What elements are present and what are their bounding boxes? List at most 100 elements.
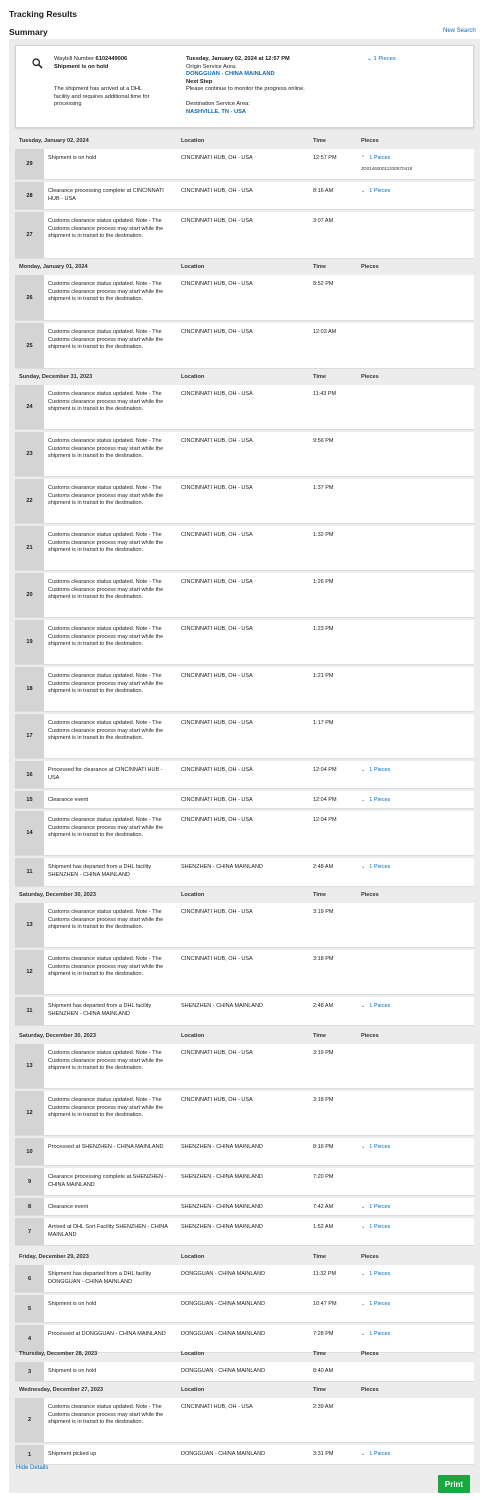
event-description: Customs clearance status updated. Note -… — [48, 218, 164, 240]
pieces-toggle[interactable]: ⌄ 1 Pieces — [361, 1271, 390, 1277]
event-description: Shipment has departed from a DHL facilit… — [48, 864, 152, 878]
event-time: 12:04 PM — [313, 817, 337, 823]
pieces-label: 1 Pieces — [369, 1271, 391, 1277]
event-time: 1:32 PM — [313, 532, 334, 538]
event-row: 5 Shipment is on hold DONGGUAN - CHINA MAI… — [15, 1295, 474, 1323]
event-time: 2:39 AM — [313, 1404, 334, 1410]
event-location: DONGGUAN - CHINA MAINLAND — [181, 1451, 266, 1457]
event-time: 11:43 PM — [313, 391, 337, 397]
event-location: DONGGUAN - CHINA MAINLAND — [181, 1301, 266, 1307]
event-number: 11 — [15, 858, 44, 886]
summary-pieces-toggle[interactable]: ⌄ 1 Pieces — [367, 56, 396, 62]
pieces-column-header: Pieces — [361, 264, 379, 270]
event-time: 1:17 PM — [313, 720, 334, 726]
chevron-down-icon: ⌄ — [361, 767, 366, 773]
day-header: Friday, December 29, 2023 Location Time Pie… — [9, 1250, 480, 1265]
location-column-header: Location — [181, 1387, 205, 1393]
event-location: CINCINNATI HUB, OH - USA — [181, 391, 253, 397]
destination-link[interactable]: NASHVILLE, TN - USA — [186, 109, 351, 117]
pieces-label: 1 Pieces — [369, 1331, 391, 1337]
event-row: 13 Customs clearance status updated. Note… — [15, 1044, 474, 1089]
event-number: 13 — [15, 1044, 44, 1088]
pieces-toggle[interactable]: ⌄ 1 Pieces — [361, 1224, 390, 1230]
event-row: 1 Shipment picked up DONGGUAN - CHINA MAIN… — [15, 1445, 474, 1465]
hide-details-link[interactable]: Hide Details — [16, 1465, 48, 1471]
pieces-toggle[interactable]: ⌄ 1 Pieces — [361, 767, 390, 773]
event-number: 28 — [15, 182, 44, 209]
pieces-toggle[interactable]: ⌄ 1 Pieces — [361, 864, 390, 870]
location-column-header: Location — [181, 1033, 205, 1039]
event-number: 14 — [15, 811, 44, 855]
pieces-toggle[interactable]: ⌄ 1 Pieces — [361, 1331, 390, 1337]
event-description: Clearance event — [48, 1204, 89, 1210]
event-number: 16 — [15, 761, 44, 788]
pieces-label: 1 Pieces — [369, 1144, 391, 1150]
event-day-section: Friday, December 29, 2023 Location Time Pie… — [9, 1250, 480, 1355]
event-row: 23 Customs clearance status updated. Note… — [15, 432, 474, 477]
day-date: Monday, January 01, 2024 — [19, 264, 88, 270]
pieces-toggle[interactable]: ⌄ 1 Pieces — [361, 188, 390, 194]
event-number: 23 — [15, 432, 44, 476]
event-row: 2 Customs clearance status updated. Note … — [15, 1398, 474, 1443]
event-location: CINCINNATI HUB, OH - USA — [181, 329, 253, 335]
day-date: Friday, December 29, 2023 — [19, 1254, 89, 1260]
event-location: SHENZHEN - CHINA MAINLAND — [181, 1224, 263, 1230]
event-description: Shipment has departed from a DHL facilit… — [48, 1271, 152, 1285]
pieces-toggle[interactable]: ⌄ 1 Pieces — [361, 1451, 390, 1457]
day-date: Saturday, December 30, 2023 — [19, 892, 97, 898]
event-row: 11 Shipment has departed from a DHL facil… — [15, 997, 474, 1026]
print-button[interactable]: Print — [438, 1475, 470, 1493]
event-number: 25 — [15, 323, 44, 368]
event-number: 12 — [15, 950, 44, 994]
event-description: Customs clearance status updated. Note -… — [48, 438, 164, 460]
event-location: SHENZHEN - CHINA MAINLAND — [181, 1144, 263, 1150]
event-location: CINCINNATI HUB, OH - USA — [181, 720, 253, 726]
event-number: 18 — [15, 667, 44, 711]
event-location: SHENZHEN - CHINA MAINLAND — [181, 1204, 263, 1210]
event-description: Customs clearance status updated. Note -… — [48, 956, 164, 978]
pieces-toggle[interactable]: ⌄ 1 Pieces — [361, 1144, 390, 1150]
event-row: 16 Processed for clearance at CINCINNATI … — [15, 761, 474, 789]
time-column-header: Time — [313, 1033, 326, 1039]
pieces-label: 1 Pieces — [369, 188, 391, 194]
day-date: Wednesday, December 27, 2023 — [19, 1387, 104, 1393]
event-location: CINCINNATI HUB, OH - USA — [181, 797, 253, 803]
event-row: 21 Customs clearance status updated. Note… — [15, 526, 474, 571]
event-time: 1:23 PM — [313, 626, 334, 632]
pieces-label: 1 Pieces — [369, 1301, 391, 1307]
location-column-header: Location — [181, 1254, 205, 1260]
chevron-up-icon: ⌃ — [361, 155, 366, 161]
event-description: Clearance processing complete at SHENZHE… — [48, 1174, 167, 1188]
event-day-section: Wednesday, December 27, 2023 Location Time… — [9, 1383, 480, 1467]
chevron-down-icon: ⌄ — [361, 1271, 366, 1277]
new-search-link[interactable]: New Search — [443, 28, 476, 34]
chevron-down-icon: ⌄ — [361, 1204, 366, 1210]
event-location: CINCINNATI HUB, OH - USA — [181, 909, 253, 915]
time-column-header: Time — [313, 1254, 326, 1260]
chevron-down-icon: ⌄ — [361, 1003, 366, 1009]
event-location: DONGGUAN - CHINA MAINLAND — [181, 1331, 266, 1337]
event-number: 5 — [15, 1295, 44, 1322]
event-row: 27 Customs clearance status updated. Note… — [15, 212, 474, 259]
pieces-toggle[interactable]: ⌄ 1 Pieces — [361, 1204, 390, 1210]
chevron-down-icon: ⌄ — [361, 1301, 366, 1307]
pieces-toggle[interactable]: ⌄ 1 Pieces — [361, 1301, 390, 1307]
location-column-header: Location — [181, 1351, 205, 1357]
tracking-page: Tracking Results Summary New Search Wayb… — [0, 0, 487, 1500]
event-number: 24 — [15, 385, 44, 429]
pieces-column-header: Pieces — [361, 374, 379, 380]
origin-link[interactable]: DONGGUAN - CHINA MAINLAND — [186, 71, 351, 79]
event-row: 20 Customs clearance status updated. Note… — [15, 573, 474, 618]
event-description: Customs clearance status updated. Note -… — [48, 579, 164, 601]
event-number: 2 — [15, 1398, 44, 1442]
pieces-toggle[interactable]: ⌄ 1 Pieces — [361, 797, 390, 803]
event-number: 9 — [15, 1168, 44, 1195]
pieces-toggle[interactable]: ⌃ 1 Pieces — [361, 155, 390, 161]
day-date: Sunday, December 31, 2023 — [19, 374, 93, 380]
location-column-header: Location — [181, 264, 205, 270]
pieces-toggle[interactable]: ⌄ 1 Pieces — [361, 1003, 390, 1009]
event-location: CINCINNATI HUB, OH - USA — [181, 1050, 253, 1056]
event-location: DONGGUAN - CHINA MAINLAND — [181, 1271, 266, 1277]
day-header: Wednesday, December 27, 2023 Location Time… — [9, 1383, 480, 1398]
summary-card: Waybill Number 6102449006 Shipment is on… — [15, 45, 474, 128]
